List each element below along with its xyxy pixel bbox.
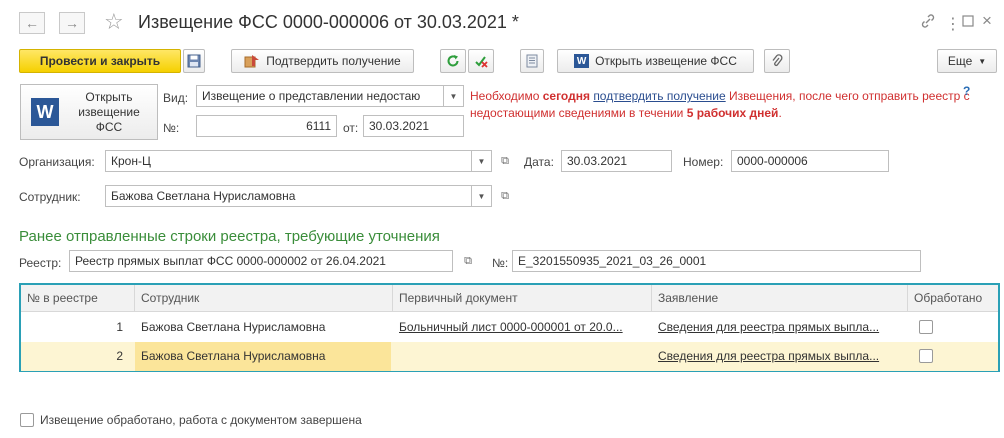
- dropdown-arrow-icon: ▼: [477, 156, 486, 166]
- col-header-application[interactable]: Заявление: [652, 285, 908, 312]
- save-button[interactable]: [183, 49, 205, 73]
- registry-no-field[interactable]: E_3201550935_2021_03_26_0001: [512, 250, 921, 272]
- registry-open-button[interactable]: ⧉: [458, 250, 478, 272]
- cell-document-link[interactable]: [393, 342, 652, 371]
- message-part3: .: [778, 106, 782, 120]
- table-row[interactable]: 1 Бажова Светлана Нурисламовна Больничны…: [21, 313, 998, 342]
- employee-open-button[interactable]: ⧉: [495, 185, 515, 207]
- number-label: Номер:: [683, 155, 724, 169]
- confirm-receipt-icon: [244, 54, 260, 68]
- col-header-processed[interactable]: Обработано: [908, 285, 998, 312]
- cell-num: 2: [116, 349, 123, 363]
- org-field[interactable]: Крон-Ц: [105, 150, 472, 172]
- date-field[interactable]: 30.03.2021: [561, 150, 672, 172]
- org-label: Организация:: [19, 155, 95, 169]
- vid-dropdown-button[interactable]: ▼: [444, 85, 464, 107]
- open-icon: ⧉: [464, 254, 472, 267]
- cancel-posting-button[interactable]: [468, 49, 494, 73]
- document-done-checkbox[interactable]: [20, 413, 34, 427]
- open-button-line2: извещение: [78, 105, 140, 119]
- confirm-receipt-button[interactable]: Подтвердить получение: [231, 49, 414, 73]
- link-icon[interactable]: [921, 14, 935, 32]
- report-button[interactable]: [520, 49, 544, 73]
- document-done-label[interactable]: Извещение обработано, работа с документо…: [40, 413, 362, 427]
- help-icon[interactable]: ?: [963, 84, 970, 98]
- cell-employee: Бажова Светлана Нурисламовна: [141, 320, 326, 334]
- open-notice-fss-button[interactable]: W Открыть извещение ФСС: [557, 49, 754, 73]
- more-label: Еще: [947, 54, 973, 68]
- star-icon[interactable]: ☆: [104, 9, 124, 35]
- col-header-employee[interactable]: Сотрудник: [135, 285, 393, 312]
- col-header-document[interactable]: Первичный документ: [393, 285, 652, 312]
- cell-num: 1: [116, 320, 123, 334]
- close-icon[interactable]: ×: [982, 11, 992, 31]
- page-title: Извещение ФСС 0000-000006 от 30.03.2021 …: [138, 12, 519, 32]
- forward-button[interactable]: →: [59, 12, 85, 34]
- section-title: Ранее отправленные строки реестра, требу…: [19, 228, 440, 245]
- employee-label: Сотрудник:: [19, 190, 81, 204]
- word-icon: W: [574, 54, 590, 68]
- table-row[interactable]: 2 Бажова Светлана Нурисламовна Сведения …: [21, 342, 998, 371]
- num-label: №:: [163, 121, 180, 135]
- confirm-receipt-label: Подтвердить получение: [266, 54, 401, 68]
- registry-field[interactable]: Реестр прямых выплат ФСС 0000-000002 от …: [69, 250, 453, 272]
- from-label: от:: [343, 121, 359, 135]
- open-button-line3: ФСС: [95, 120, 123, 134]
- message-today: сегодня: [542, 89, 590, 103]
- more-vert-icon[interactable]: ⋮: [945, 14, 961, 34]
- registry-rows-table: № в реестре Сотрудник Первичный документ…: [19, 283, 1000, 372]
- paperclip-icon: [771, 54, 783, 68]
- dropdown-arrow-icon: ▼: [978, 56, 987, 66]
- cell-application-link[interactable]: Сведения для реестра прямых выпла...: [652, 313, 908, 342]
- arrow-left-icon: ←: [25, 15, 39, 31]
- post-and-close-button[interactable]: Провести и закрыть: [19, 49, 181, 73]
- date-label: Дата:: [524, 155, 554, 169]
- cell-application-link[interactable]: Сведения для реестра прямых выпла...: [652, 342, 908, 371]
- table-header: № в реестре Сотрудник Первичный документ…: [21, 285, 998, 312]
- number-field[interactable]: 0000-000006: [731, 150, 889, 172]
- registry-no-label: №:: [492, 256, 509, 270]
- cell-document-link[interactable]: Больничный лист 0000-000001 от 20.0...: [393, 313, 652, 342]
- cancel-posting-icon: [474, 54, 488, 68]
- registry-label: Реестр:: [19, 256, 62, 270]
- dropdown-arrow-icon: ▼: [477, 191, 486, 201]
- arrow-right-icon: →: [65, 15, 79, 31]
- save-icon: [187, 54, 201, 68]
- employee-dropdown-button[interactable]: ▼: [472, 185, 492, 207]
- report-icon: [526, 54, 538, 68]
- from-date-field[interactable]: 30.03.2021: [363, 115, 464, 137]
- more-button[interactable]: Еще ▼: [937, 49, 997, 73]
- post-and-close-label: Провести и закрыть: [39, 54, 161, 68]
- col-header-num[interactable]: № в реестре: [21, 285, 135, 312]
- dropdown-arrow-icon: ▼: [449, 91, 458, 101]
- refresh-button[interactable]: [440, 49, 466, 73]
- notice-message: Необходимо сегодня подтвердить получение…: [470, 88, 970, 122]
- vid-label: Вид:: [163, 91, 189, 105]
- open-notice-fss-label: Открыть извещение ФСС: [595, 54, 737, 68]
- open-notice-fss-large-button[interactable]: W Открыть извещение ФСС: [20, 84, 158, 140]
- org-open-button[interactable]: ⧉: [495, 150, 515, 172]
- confirm-receipt-link[interactable]: подтвердить получение: [593, 89, 725, 103]
- back-button[interactable]: ←: [19, 12, 45, 34]
- employee-field[interactable]: Бажова Светлана Нурисламовна: [105, 185, 472, 207]
- refresh-icon: [446, 54, 460, 68]
- open-button-line1: Открыть: [85, 90, 133, 104]
- message-part1: Необходимо: [470, 89, 543, 103]
- open-icon: ⧉: [501, 154, 509, 167]
- open-icon: ⧉: [501, 189, 509, 202]
- attach-button[interactable]: [764, 49, 790, 73]
- vid-field[interactable]: Извещение о представлении недостаю: [196, 85, 444, 107]
- org-dropdown-button[interactable]: ▼: [472, 150, 492, 172]
- word-icon: W: [31, 98, 59, 126]
- message-days: 5 рабочих дней: [686, 106, 779, 120]
- cell-employee: Бажова Светлана Нурисламовна: [135, 342, 391, 371]
- num-field[interactable]: 6111: [196, 115, 337, 137]
- processed-checkbox[interactable]: [919, 349, 933, 363]
- processed-checkbox[interactable]: [919, 320, 933, 334]
- maximize-icon[interactable]: [962, 14, 974, 31]
